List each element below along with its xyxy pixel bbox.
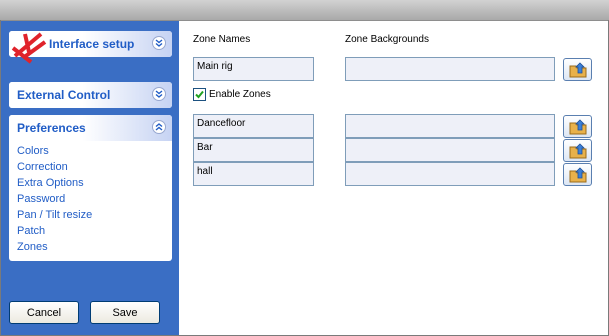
folder-upload-icon (569, 61, 586, 77)
chevron-double-up-icon[interactable] (152, 120, 166, 134)
logo-icon (11, 32, 47, 64)
folder-upload-icon (569, 142, 586, 158)
zone-name-field[interactable]: Bar (193, 138, 314, 162)
zone-background-field[interactable] (345, 114, 555, 138)
zone-browse-button[interactable] (563, 163, 592, 186)
cancel-button[interactable]: Cancel (9, 301, 79, 324)
preferences-panel: Preferences Colors Correction Extra Opti… (9, 115, 172, 261)
folder-upload-icon (569, 166, 586, 182)
external-control-panel: External Control (9, 82, 172, 108)
window-titlebar (0, 0, 609, 21)
menu-item-password[interactable]: Password (9, 191, 172, 207)
enable-zones-label[interactable]: Enable Zones (209, 89, 271, 100)
preferences-title: Preferences (17, 121, 86, 135)
zone-browse-button[interactable] (563, 139, 592, 162)
zone-browse-button[interactable] (563, 115, 592, 138)
menu-item-pan-tilt-resize[interactable]: Pan / Tilt resize (9, 207, 172, 223)
external-control-title: External Control (17, 88, 111, 102)
chevron-double-down-icon[interactable] (152, 87, 166, 101)
external-control-header[interactable]: External Control (9, 82, 172, 108)
zone-background-field[interactable] (345, 162, 555, 186)
chevron-double-down-icon[interactable] (152, 36, 166, 50)
checkmark-icon (195, 90, 204, 99)
zone-background-field[interactable] (345, 138, 555, 162)
menu-item-patch[interactable]: Patch (9, 223, 172, 239)
zone-names-header: Zone Names (193, 34, 251, 45)
main-zone-browse-button[interactable] (563, 58, 592, 81)
folder-upload-icon (569, 118, 586, 134)
save-button[interactable]: Save (90, 301, 160, 324)
menu-item-correction[interactable]: Correction (9, 159, 172, 175)
zone-backgrounds-header: Zone Backgrounds (345, 34, 429, 45)
menu-item-colors[interactable]: Colors (9, 143, 172, 159)
enable-zones-checkbox[interactable] (193, 88, 206, 101)
menu-item-extra-options[interactable]: Extra Options (9, 175, 172, 191)
menu-item-zones[interactable]: Zones (9, 239, 172, 255)
main-zone-name-field[interactable]: Main rig (193, 57, 314, 81)
preferences-header[interactable]: Preferences (9, 115, 172, 141)
zone-name-field[interactable]: Dancefloor (193, 114, 314, 138)
main-zone-background-field[interactable] (345, 57, 555, 81)
zone-name-field[interactable]: hall (193, 162, 314, 186)
sidebar: Interface setup External Control Prefere… (1, 21, 179, 335)
preferences-menu: Colors Correction Extra Options Password… (9, 141, 172, 261)
interface-setup-title: Interface setup (49, 37, 135, 51)
